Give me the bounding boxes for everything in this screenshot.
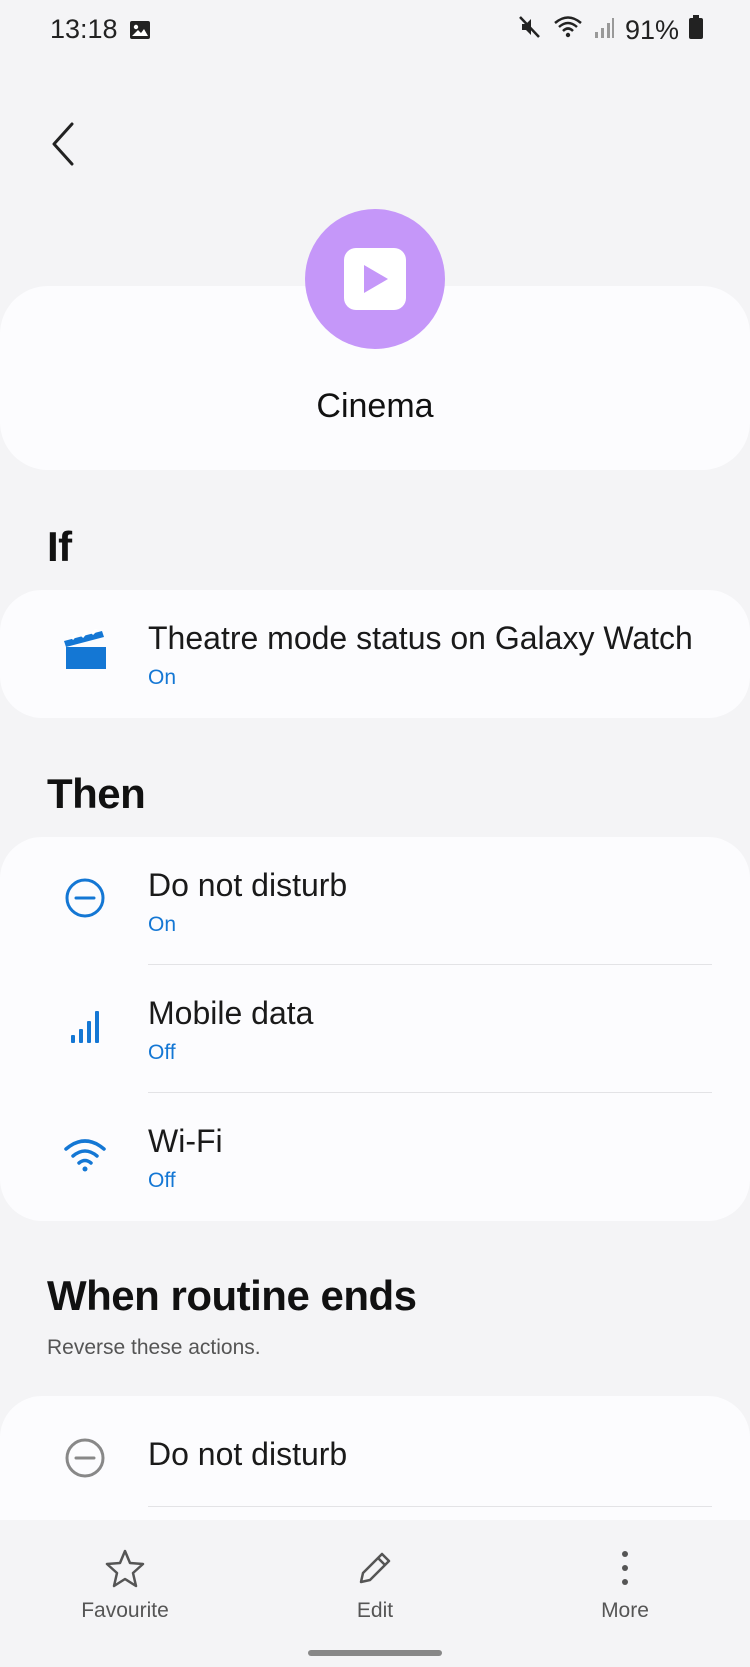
routine-name[interactable]: Cinema <box>0 387 750 426</box>
chevron-left-icon <box>52 122 74 166</box>
play-icon <box>364 265 388 293</box>
list-item[interactable]: Do not disturb On <box>0 837 750 965</box>
do-not-disturb-icon <box>60 1433 110 1483</box>
pencil-icon <box>359 1552 391 1584</box>
if-card: Theatre mode status on Galaxy Watch On <box>0 590 750 718</box>
status-time: 13:18 <box>50 14 118 44</box>
list-item-status: Off <box>148 1041 176 1064</box>
bottom-action-bar: Favourite Edit More <box>0 1520 750 1667</box>
list-item-title: Theatre mode status on Galaxy Watch <box>148 620 693 656</box>
ends-section-title: When routine ends <box>47 1272 417 1319</box>
list-item-status: On <box>148 666 177 689</box>
do-not-disturb-icon <box>60 873 110 923</box>
list-item-status: On <box>148 913 177 936</box>
if-section-title: If <box>47 523 72 570</box>
more-vertical-icon <box>622 1551 628 1585</box>
battery-text: 91% <box>624 15 679 45</box>
list-item-title: Do not disturb <box>148 867 348 903</box>
wifi-icon <box>60 1129 110 1179</box>
edit-label: Edit <box>356 1599 394 1622</box>
clapperboard-icon <box>60 626 110 676</box>
list-item[interactable]: Do not disturb <box>0 1396 750 1524</box>
favourite-label: Favourite <box>81 1599 169 1622</box>
star-icon <box>105 1549 145 1588</box>
list-item-status: Off <box>148 1169 176 1192</box>
favourite-button[interactable]: Favourite <box>45 1548 205 1623</box>
list-item-title: Wi-Fi <box>148 1123 223 1159</box>
back-button[interactable] <box>44 120 84 168</box>
divider <box>148 1506 712 1507</box>
list-item-title: Mobile data <box>148 995 314 1031</box>
mobile-data-icon <box>60 1001 110 1051</box>
home-indicator[interactable] <box>308 1650 442 1656</box>
list-item[interactable]: Mobile data Off <box>0 965 750 1093</box>
signal-icon <box>593 15 615 46</box>
ends-section-subtitle: Reverse these actions. <box>47 1336 261 1359</box>
more-label: More <box>601 1599 649 1622</box>
battery-icon <box>689 15 703 46</box>
gallery-icon <box>129 20 151 45</box>
list-item[interactable]: Wi-Fi Off <box>0 1093 750 1221</box>
wifi-icon <box>553 15 583 46</box>
edit-button[interactable]: Edit <box>295 1548 455 1623</box>
status-icons: 91% <box>517 14 703 47</box>
list-item-title: Do not disturb <box>148 1436 348 1472</box>
routine-icon[interactable] <box>305 209 445 349</box>
more-button[interactable]: More <box>545 1548 705 1623</box>
then-section-title: Then <box>47 770 146 817</box>
then-card: Do not disturb On Mobile data Off Wi-Fi … <box>0 837 750 1221</box>
mute-icon <box>517 14 543 47</box>
list-item[interactable]: Theatre mode status on Galaxy Watch On <box>0 590 750 718</box>
